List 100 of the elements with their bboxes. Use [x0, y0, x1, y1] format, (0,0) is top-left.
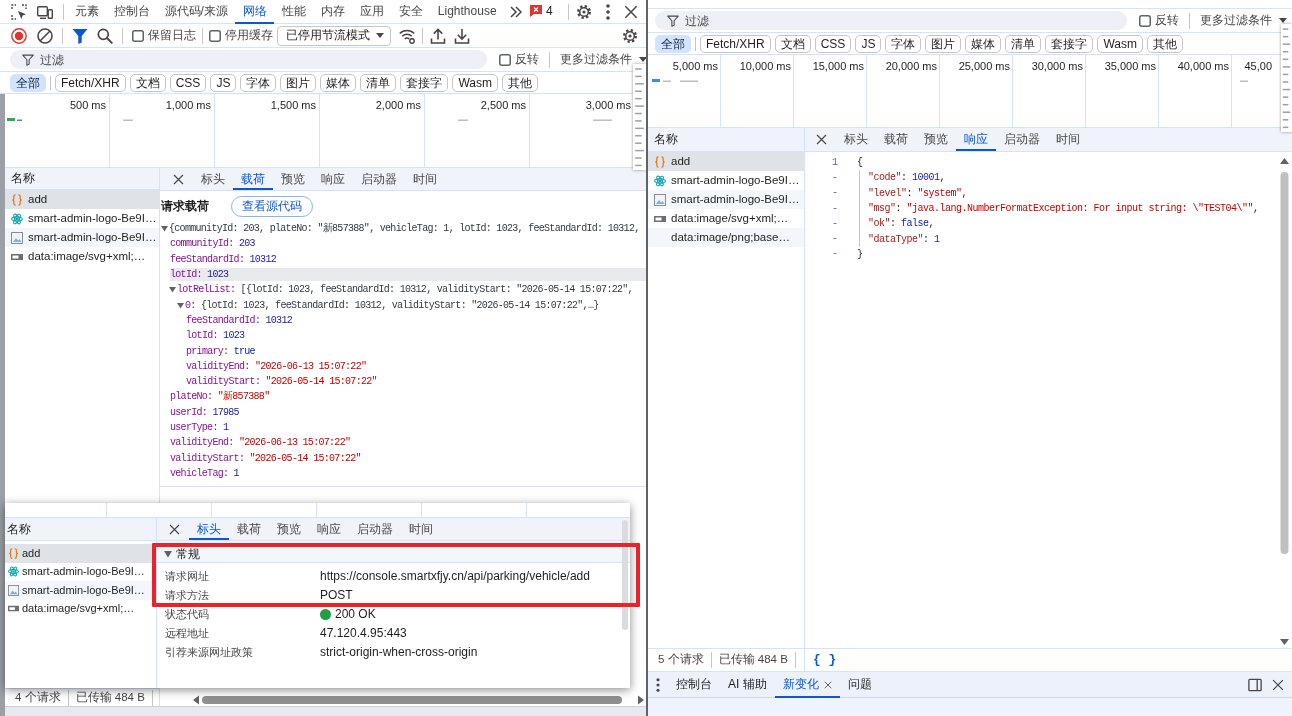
detail-tab[interactable]: 响应	[309, 518, 349, 540]
detail-tab[interactable]: 响应	[956, 128, 996, 151]
dock-side-icon[interactable]	[1248, 677, 1262, 692]
request-item[interactable]: data:image/svg+xml;…	[5, 247, 159, 266]
request-item[interactable]: smart-admin-logo-Be9I…	[5, 562, 156, 581]
checkbox[interactable]	[209, 29, 221, 42]
detail-tab[interactable]: 载荷	[233, 168, 273, 190]
stop-recording-icon[interactable]	[11, 27, 27, 44]
close-icon[interactable]	[169, 523, 180, 535]
drawer-tab[interactable]: 控制台	[668, 671, 720, 698]
detail-tab[interactable]: 启动器	[996, 128, 1048, 151]
detail-tab[interactable]: 启动器	[349, 518, 401, 540]
filter-chip[interactable]: 全部	[655, 34, 691, 53]
filter-chip[interactable]: 文档	[774, 34, 811, 53]
devices-icon[interactable]	[37, 3, 53, 20]
triangle-icon[interactable]	[177, 301, 184, 309]
panel-tab[interactable]: Lighthouse	[430, 0, 505, 24]
kebab-menu-icon[interactable]	[606, 3, 610, 20]
scrollbar[interactable]	[193, 695, 644, 705]
filter-chip[interactable]: 媒体	[965, 34, 1002, 53]
upload-icon[interactable]	[430, 27, 446, 44]
request-item[interactable]: data:image/svg+xml;…	[648, 209, 804, 228]
filter-chip[interactable]: 套接字	[400, 73, 449, 92]
filter-chip[interactable]: 图片	[280, 73, 317, 92]
filter-chip[interactable]: 媒体	[320, 73, 357, 92]
triangle-icon[interactable]	[169, 286, 176, 294]
filter-chip[interactable]: JS	[855, 34, 882, 53]
filter-chip[interactable]: 图片	[925, 34, 962, 53]
detail-tab[interactable]: 载荷	[229, 518, 269, 540]
filter-chip[interactable]: Wasm	[452, 73, 498, 92]
settings-icon[interactable]	[576, 3, 592, 20]
detail-tab[interactable]: 时间	[1048, 128, 1088, 151]
detail-tab[interactable]: 标头	[193, 168, 233, 190]
panel-tab[interactable]: 网络	[235, 0, 275, 24]
filter-chip[interactable]: Fetch/XHR	[700, 34, 771, 53]
filter-chip[interactable]: 字体	[885, 34, 922, 53]
panel-tab[interactable]: 内存	[313, 0, 353, 24]
detail-tab[interactable]: 标头	[836, 128, 876, 151]
detail-tab[interactable]: 载荷	[876, 128, 916, 151]
panel-tab[interactable]: 性能	[274, 0, 314, 24]
download-icon[interactable]	[454, 27, 470, 44]
triangle-icon[interactable]	[161, 225, 168, 233]
pretty-print-button[interactable]: { }	[813, 649, 837, 671]
drawer-tab[interactable]: AI 辅助	[720, 671, 775, 698]
wifi-icon[interactable]	[399, 27, 415, 44]
kebab-menu-icon[interactable]	[656, 677, 660, 692]
close-icon[interactable]	[823, 680, 832, 689]
cursor-in-box-icon[interactable]	[11, 3, 27, 20]
close-icon[interactable]	[173, 173, 184, 185]
filter-chip[interactable]: 其他	[501, 73, 538, 92]
view-source-button[interactable]: 查看源代码	[231, 195, 313, 217]
detail-tab[interactable]: 预览	[273, 168, 313, 190]
request-item[interactable]: smart-admin-logo-Be9I…	[5, 209, 159, 228]
filter-chip[interactable]: JS	[210, 73, 237, 92]
close-icon[interactable]	[1272, 678, 1284, 691]
panel-tab[interactable]: 源代码/来源	[157, 0, 236, 24]
double-chevron-icon[interactable]	[510, 5, 523, 18]
filter-chip[interactable]: CSS	[814, 34, 852, 53]
settings-icon[interactable]	[622, 27, 638, 44]
drawer-tab[interactable]: 问题	[839, 671, 880, 698]
throttling-dropdown[interactable]: 已停用节流模式	[277, 25, 391, 46]
filter-chip[interactable]: CSS	[169, 73, 207, 92]
issues-button[interactable]: 4	[530, 4, 553, 19]
request-item[interactable]: smart-admin-logo-Be9I…	[5, 228, 159, 247]
detail-tab[interactable]: 时间	[405, 168, 445, 190]
panel-tab[interactable]: 应用	[352, 0, 392, 24]
triangle-icon[interactable]	[164, 550, 172, 558]
checkbox[interactable]	[132, 29, 144, 42]
filter-icon[interactable]	[72, 27, 88, 44]
filter-chip[interactable]: Wasm	[1097, 34, 1143, 53]
close-icon[interactable]	[624, 4, 638, 19]
filter-chip[interactable]: 全部	[10, 73, 46, 92]
request-item[interactable]: add	[648, 152, 804, 171]
panel-tab[interactable]: 元素	[67, 0, 106, 24]
checkbox[interactable]	[1139, 14, 1151, 27]
filter-chip[interactable]: 清单	[360, 73, 397, 92]
filter-chip[interactable]: 其他	[1146, 34, 1183, 53]
request-item[interactable]: data:image/png;base…	[648, 228, 804, 247]
filter-chip[interactable]: Fetch/XHR	[55, 73, 126, 92]
detail-tab[interactable]: 时间	[401, 518, 441, 540]
request-item[interactable]: data:image/svg+xml;…	[5, 599, 156, 618]
request-item[interactable]: smart-admin-logo-Be9I…	[648, 190, 804, 209]
scrollbar[interactable]	[622, 520, 628, 630]
detail-tab[interactable]: 预览	[269, 518, 309, 540]
scrollbar[interactable]	[1280, 158, 1289, 645]
filter-field[interactable]: 过滤	[655, 11, 1127, 30]
more-filters-dropdown[interactable]: 更多过滤条件	[1200, 13, 1287, 28]
clear-icon[interactable]	[37, 27, 53, 44]
panel-tab[interactable]: 安全	[391, 0, 431, 24]
detail-tab[interactable]: 启动器	[353, 168, 405, 190]
panel-tab[interactable]: 控制台	[106, 0, 157, 24]
filter-field[interactable]: 过滤	[10, 50, 487, 69]
detail-tab[interactable]: 预览	[916, 128, 956, 151]
request-item[interactable]: add	[5, 190, 159, 209]
filter-chip[interactable]: 清单	[1005, 34, 1042, 53]
close-icon[interactable]	[816, 134, 827, 145]
filter-chip[interactable]: 套接字	[1045, 34, 1094, 53]
checkbox[interactable]	[499, 53, 511, 66]
search-icon[interactable]	[97, 27, 113, 44]
detail-tab[interactable]: 响应	[313, 168, 353, 190]
